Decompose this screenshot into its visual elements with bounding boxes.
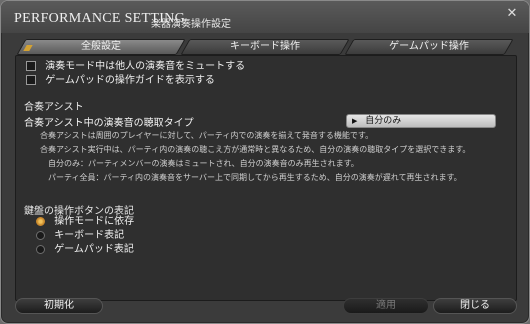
radio-unselected-icon[interactable] xyxy=(36,230,45,240)
checkbox-box[interactable] xyxy=(26,75,36,85)
key-binding-section-title: 鍵盤の操作ボタンの表記 xyxy=(24,206,134,217)
radio-gamepad-notation[interactable]: ゲームパッド表記 xyxy=(36,244,134,256)
radio-unselected-icon[interactable] xyxy=(36,244,45,254)
tab-general[interactable]: 全般設定 xyxy=(16,39,186,55)
checkbox-label: ゲームパッドの操作ガイドを表示する xyxy=(45,75,215,86)
ensemble-section-title: 合奏アシスト xyxy=(24,102,84,113)
ensemble-description-3: 自分のみ：パーティメンバーの演奏はミュートされ、自分の演奏音のみ再生されます。 xyxy=(48,159,359,168)
close-button[interactable]: 閉じる xyxy=(433,298,517,314)
radio-keyboard-notation[interactable]: キーボード表記 xyxy=(36,230,124,242)
apply-button[interactable]: 適用 xyxy=(343,298,429,314)
tab-keyboard[interactable]: キーボード操作 xyxy=(180,39,350,55)
checkbox-label: 演奏モード中は他人の演奏音をミュートする xyxy=(45,61,246,72)
close-icon[interactable]: ✕ xyxy=(503,5,521,23)
listen-type-label: 合奏アシスト中の演奏音の聴取タイプ xyxy=(24,118,194,129)
mute-others-checkbox[interactable]: 演奏モード中は他人の演奏音をミュートする xyxy=(26,60,245,74)
listen-type-dropdown[interactable]: ▶ 自分のみ xyxy=(346,114,496,128)
ensemble-description-1: 合奏アシストは周囲のプレイヤーに対して、パーティ内での演奏を揃えて発音する機能で… xyxy=(40,131,374,140)
window-subtitle: 楽器演奏操作設定 xyxy=(151,19,231,30)
tab-gamepad[interactable]: ゲームパッド操作 xyxy=(344,39,514,55)
radio-selected-icon[interactable] xyxy=(36,216,45,226)
checkbox-box[interactable] xyxy=(26,61,36,71)
radio-label: 操作モードに依存 xyxy=(54,216,135,227)
ensemble-description-4: パーティ全員：パーティ内の演奏音をサーバー上で同期してから再生するため、自分の演… xyxy=(48,173,462,182)
dropdown-value: 自分のみ xyxy=(365,116,402,126)
radio-label: キーボード表記 xyxy=(54,230,125,241)
settings-panel: 演奏モード中は他人の演奏音をミュートする ゲームパッドの操作ガイドを表示する 合… xyxy=(15,55,517,301)
ensemble-description-2: 合奏アシスト実行中は、パーティ内の演奏の聴こえ方が通常時と異なるため、自分の演奏… xyxy=(40,145,471,154)
title-bar[interactable]: PERFORMANCE SETTING 楽器演奏操作設定 ✕ xyxy=(1,1,529,33)
show-gamepad-guide-checkbox[interactable]: ゲームパッドの操作ガイドを表示する xyxy=(26,74,215,88)
tab-general-label: 全般設定 xyxy=(81,41,121,52)
tab-gamepad-label: ゲームパッド操作 xyxy=(389,41,469,52)
performance-setting-window: PERFORMANCE SETTING 楽器演奏操作設定 ✕ 全般設定 キーボー… xyxy=(0,0,530,324)
reset-button[interactable]: 初期化 xyxy=(15,298,103,314)
caret-right-icon: ▶ xyxy=(352,117,358,125)
radio-mode-dependent[interactable]: 操作モードに依存 xyxy=(36,216,134,228)
tab-keyboard-label: キーボード操作 xyxy=(230,41,300,52)
radio-label: ゲームパッド表記 xyxy=(54,244,134,255)
tab-bar: 全般設定 キーボード操作 ゲームパッド操作 xyxy=(15,39,515,55)
